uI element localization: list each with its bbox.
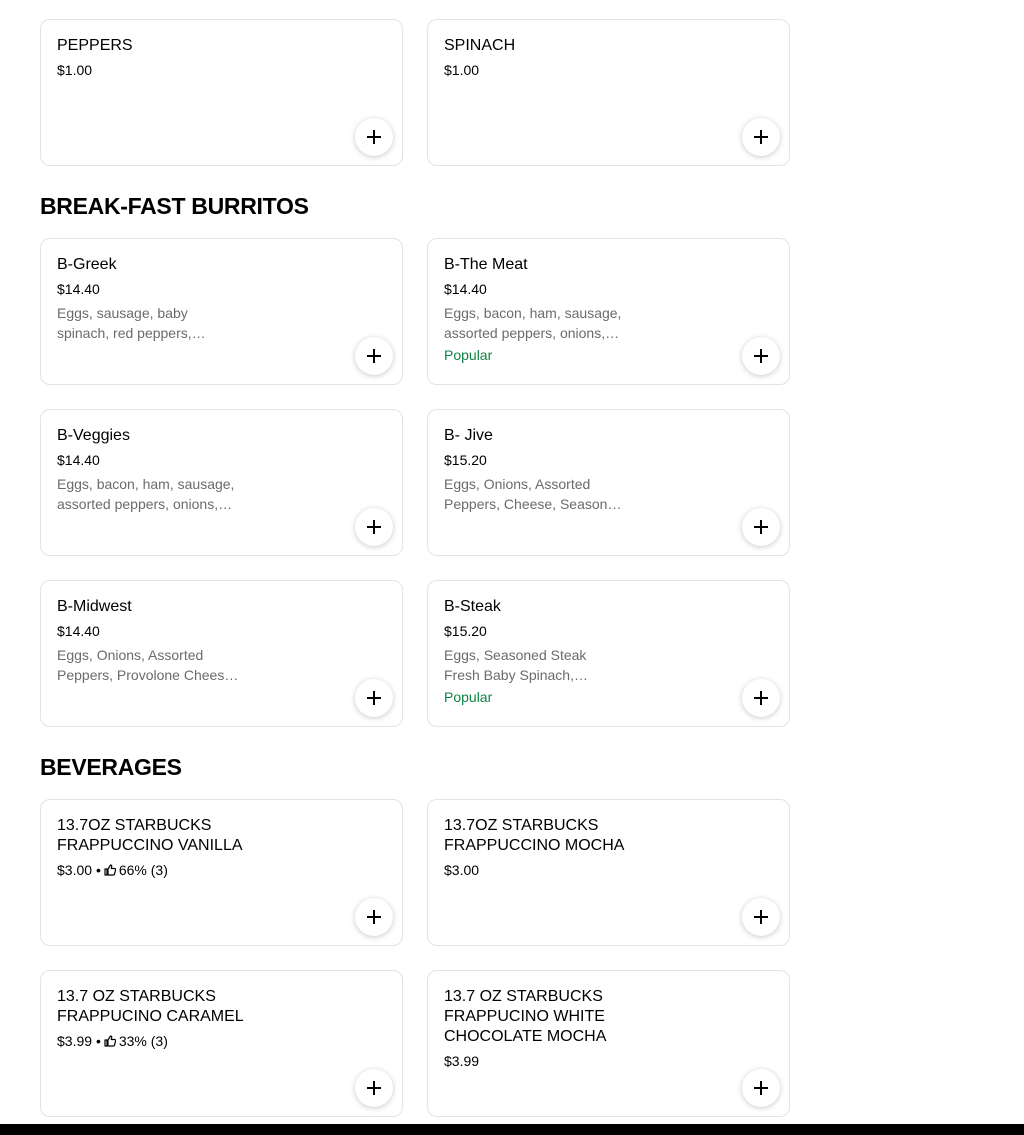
- plus-icon: [367, 130, 381, 144]
- item-name: B-Steak: [444, 598, 501, 615]
- plus-icon: [367, 910, 381, 924]
- item-price: $1.00: [57, 62, 93, 78]
- menu-item-card[interactable]: 13.7OZ STARBUCKS FRAPPUCCINO VANILLA $3.…: [40, 799, 403, 946]
- rating-text: 33% (3): [118, 1033, 168, 1049]
- add-to-cart-button[interactable]: [355, 508, 393, 546]
- add-to-cart-button[interactable]: [742, 1069, 780, 1107]
- separator-dot: •: [95, 862, 101, 878]
- plus-icon: [754, 910, 768, 924]
- menu-item-card[interactable]: B-Greek $14.40 Eggs, sausage, baby spina…: [40, 238, 403, 385]
- item-price: $14.40: [57, 623, 100, 639]
- item-description: Eggs, sausage, baby spinach, red peppers…: [57, 305, 192, 341]
- menu-item-card[interactable]: B-Veggies $14.40 Eggs, bacon, ham, sausa…: [40, 409, 403, 556]
- menu-item-card[interactable]: B-Steak $15.20 Eggs, Seasoned Steak Fres…: [427, 580, 790, 727]
- menu-item-card[interactable]: SPINACH $1.00: [427, 19, 790, 166]
- item-name: B- Jive: [444, 427, 493, 444]
- add-to-cart-button[interactable]: [355, 118, 393, 156]
- plus-icon: [367, 691, 381, 705]
- popular-badge: Popular: [444, 689, 493, 705]
- item-price: $1.00: [444, 62, 480, 78]
- menu-item-card[interactable]: B-The Meat $14.40 Eggs, bacon, ham, saus…: [427, 238, 790, 385]
- plus-icon: [754, 349, 768, 363]
- plus-icon: [754, 1081, 768, 1095]
- item-price: $15.20: [444, 452, 487, 468]
- section-items-grid: 13.7OZ STARBUCKS FRAPPUCCINO VANILLA $3.…: [40, 799, 790, 1117]
- menu-item-card[interactable]: B- Jive $15.20 Eggs, Onions, Assorted Pe…: [427, 409, 790, 556]
- price-value: $3.99: [57, 1033, 93, 1049]
- item-name: SPINACH: [444, 37, 516, 54]
- item-description: Eggs, bacon, ham, sausage, assorted pepp…: [57, 476, 235, 512]
- item-name: 13.7OZ STARBUCKS FRAPPUCCINO MOCHA: [444, 817, 625, 854]
- thumbs-up-icon: [104, 864, 116, 876]
- item-price: $14.40: [444, 281, 487, 297]
- add-to-cart-button[interactable]: [742, 508, 780, 546]
- bottom-bar: [0, 1124, 1024, 1135]
- add-to-cart-button[interactable]: [355, 679, 393, 717]
- plus-icon: [754, 520, 768, 534]
- plus-icon: [754, 691, 768, 705]
- item-price: $14.40: [57, 281, 100, 297]
- rating-text: 66% (3): [118, 862, 168, 878]
- add-to-cart-button[interactable]: [742, 337, 780, 375]
- item-price: $3.99 • 33% (3): [57, 1031, 247, 1051]
- item-description: Eggs, bacon, ham, sausage, assorted pepp…: [444, 305, 622, 341]
- plus-icon: [367, 520, 381, 534]
- plus-icon: [367, 1081, 381, 1095]
- separator-dot: •: [95, 1033, 101, 1049]
- plus-icon: [367, 349, 381, 363]
- add-to-cart-button[interactable]: [355, 337, 393, 375]
- item-name: 13.7 OZ STARBUCKS FRAPPUCINO CARAMEL: [57, 988, 244, 1025]
- item-description: Eggs, Seasoned Steak Fresh Baby Spinach,…: [444, 647, 587, 683]
- item-name: 13.7 OZ STARBUCKS FRAPPUCINO WHITE CHOCO…: [444, 988, 607, 1045]
- item-price: $3.00: [444, 862, 480, 878]
- item-name: 13.7OZ STARBUCKS FRAPPUCCINO VANILLA: [57, 817, 243, 854]
- item-name: B-The Meat: [444, 256, 528, 273]
- menu-item-card[interactable]: 13.7 OZ STARBUCKS FRAPPUCINO WHITE CHOCO…: [427, 970, 790, 1117]
- top-items-grid: PEPPERS $1.00 SPINACH $1.00: [40, 19, 790, 166]
- item-price: $3.99: [444, 1053, 480, 1069]
- add-to-cart-button[interactable]: [742, 898, 780, 936]
- menu-content: PEPPERS $1.00 SPINACH $1.00 BREAK-FAST B…: [40, 0, 790, 1117]
- item-name: B-Midwest: [57, 598, 132, 615]
- item-name: B-Veggies: [57, 427, 130, 444]
- add-to-cart-button[interactable]: [742, 118, 780, 156]
- item-description: Eggs, Onions, Assorted Peppers, Cheese, …: [444, 476, 624, 512]
- thumbs-up-icon: [104, 1035, 116, 1047]
- menu-item-card[interactable]: B-Midwest $14.40 Eggs, Onions, Assorted …: [40, 580, 403, 727]
- section-title: BEVERAGES: [40, 754, 182, 780]
- item-price: $15.20: [444, 623, 487, 639]
- item-price: $3.00 • 66% (3): [57, 860, 247, 880]
- price-value: $3.00: [57, 862, 93, 878]
- item-price: $14.40: [57, 452, 100, 468]
- item-name: PEPPERS: [57, 37, 133, 54]
- menu-item-card[interactable]: PEPPERS $1.00: [40, 19, 403, 166]
- section-title: BREAK-FAST BURRITOS: [40, 193, 309, 219]
- plus-icon: [754, 130, 768, 144]
- add-to-cart-button[interactable]: [742, 679, 780, 717]
- menu-item-card[interactable]: 13.7OZ STARBUCKS FRAPPUCCINO MOCHA $3.00: [427, 799, 790, 946]
- popular-badge: Popular: [444, 347, 493, 363]
- add-to-cart-button[interactable]: [355, 898, 393, 936]
- menu-item-card[interactable]: 13.7 OZ STARBUCKS FRAPPUCINO CARAMEL $3.…: [40, 970, 403, 1117]
- add-to-cart-button[interactable]: [355, 1069, 393, 1107]
- item-name: B-Greek: [57, 256, 117, 273]
- item-description: Eggs, Onions, Assorted Peppers, Provolon…: [57, 647, 236, 683]
- section-items-grid: B-Greek $14.40 Eggs, sausage, baby spina…: [40, 238, 790, 727]
